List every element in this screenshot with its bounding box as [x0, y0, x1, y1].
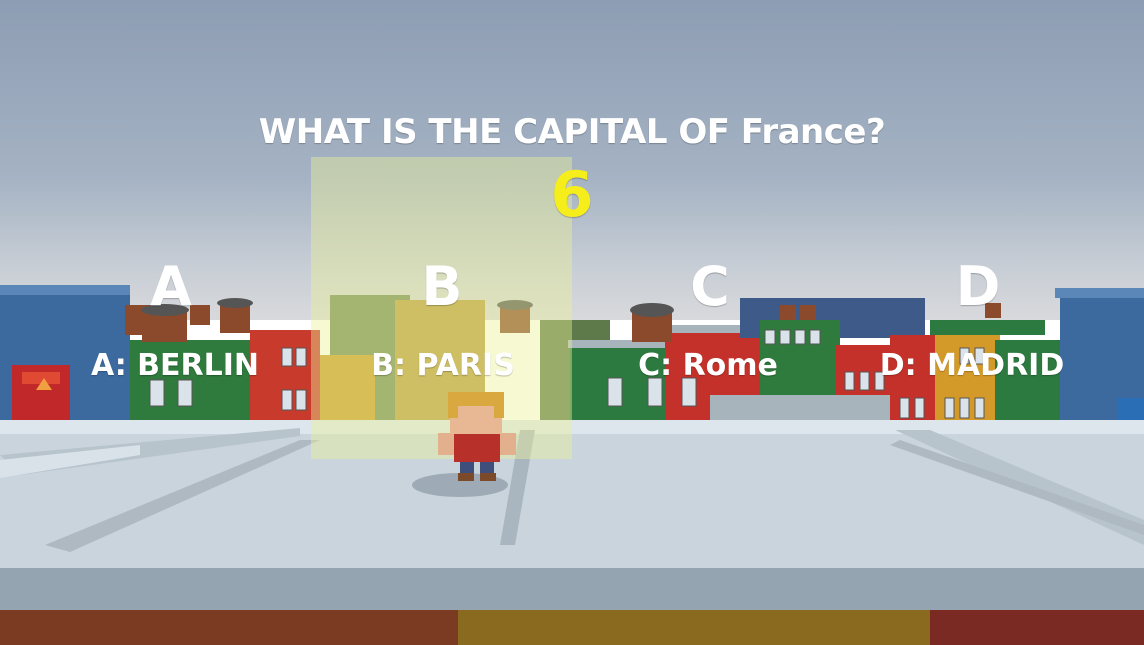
rooftop-details	[0, 428, 1144, 552]
street-segment-middle	[458, 610, 930, 645]
zone-letter-c: C	[690, 255, 730, 318]
player-character[interactable]	[432, 388, 522, 488]
street-segment-left	[0, 610, 458, 645]
countdown-timer: 6	[550, 158, 594, 231]
zone-letter-a: A	[150, 255, 192, 318]
game-viewport[interactable]: WHAT IS THE CAPITAL OF France? 6 A B C D…	[0, 0, 1144, 645]
answer-option-b: B: PARIS	[371, 348, 515, 383]
rooftop-ledge	[0, 568, 1144, 610]
quiz-question: WHAT IS THE CAPITAL OF France?	[258, 112, 886, 152]
answer-option-a: A: BERLIN	[90, 348, 260, 383]
street-segment-right	[930, 610, 1144, 645]
answer-option-c: C: Rome	[638, 348, 778, 383]
zone-letter-d: D	[955, 255, 1001, 318]
zone-letter-b: B	[421, 255, 463, 318]
answer-option-d: D: MADRID	[879, 348, 1065, 383]
